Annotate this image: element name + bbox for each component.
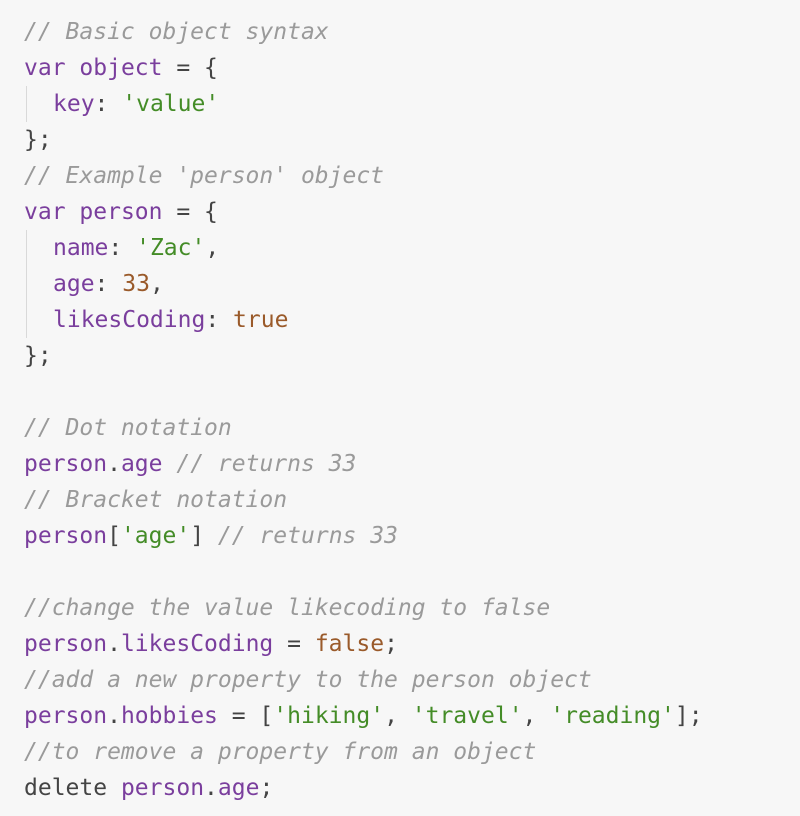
- code-token-comment: //to remove a property from an object: [24, 739, 537, 765]
- code-token-punct: };: [24, 127, 52, 153]
- indent-guide: [24, 230, 53, 266]
- code-token-var: person: [24, 703, 108, 729]
- code-token-punct: ;: [384, 631, 398, 657]
- code-line: // Dot notation: [24, 410, 800, 446]
- code-line: };: [24, 338, 800, 374]
- code-token-prop: age: [217, 775, 260, 801]
- code-token-punct: .: [107, 451, 121, 477]
- code-token-punct: .: [107, 631, 121, 657]
- code-line: key: 'value': [24, 86, 800, 122]
- code-token-prop: key: [53, 91, 95, 117]
- code-line: // Bracket notation: [24, 482, 800, 518]
- code-token-var: person: [24, 451, 108, 477]
- code-token-prop: likesCoding: [120, 631, 274, 657]
- code-line: person['age'] // returns 33: [24, 518, 800, 554]
- code-token-punct: .: [204, 775, 218, 801]
- code-line: //to remove a property from an object: [24, 734, 800, 770]
- code-line: };: [24, 122, 800, 158]
- code-token-string: 'value': [122, 91, 220, 117]
- code-token-var: person: [24, 523, 108, 549]
- code-token-punct: ,: [205, 235, 220, 261]
- code-token-punct: ,: [384, 703, 412, 729]
- code-token-punct: .: [107, 703, 121, 729]
- code-token-comment: // returns 33: [176, 451, 357, 477]
- code-token-keyword: var: [24, 55, 66, 81]
- code-token-var: object: [79, 55, 163, 81]
- indent-guide: [24, 86, 53, 122]
- code-line: // Basic object syntax: [24, 14, 800, 50]
- code-token-comment: // Bracket notation: [24, 487, 288, 513]
- code-block: // Basic object syntax var object = {key:…: [0, 0, 800, 816]
- code-token-prop: age: [120, 451, 163, 477]
- code-token-punct: [: [107, 523, 121, 549]
- code-line: delete person.age;: [24, 770, 800, 806]
- code-token-comment: // returns 33: [217, 523, 398, 549]
- code-line: name: 'Zac',: [24, 230, 800, 266]
- code-line: //change the value likecoding to false: [24, 590, 800, 626]
- code-token-prop: name: [53, 235, 109, 261]
- code-token-string: 'age': [120, 523, 191, 549]
- code-token-comment: // Dot notation: [24, 415, 232, 441]
- code-token-prop: hobbies: [120, 703, 218, 729]
- code-token-bool: true: [233, 307, 289, 333]
- code-token-punct: :: [108, 235, 137, 261]
- code-token-punct: ,: [149, 271, 164, 297]
- code-token-string: 'hiking': [273, 703, 385, 729]
- code-token-punct: ,: [522, 703, 551, 729]
- code-token-comment: // Basic object syntax: [24, 19, 329, 45]
- code-token-var: person: [79, 199, 163, 225]
- code-token-punct: ;: [259, 775, 274, 801]
- code-token-punct: };: [24, 343, 52, 369]
- code-line: likesCoding: true: [24, 302, 800, 338]
- code-token-var: person: [24, 631, 108, 657]
- code-token-bool: false: [314, 631, 385, 657]
- code-token-punct: :: [205, 307, 234, 333]
- code-token-plain: delete: [24, 775, 108, 801]
- code-line: person.hobbies = ['hiking', 'travel', 'r…: [24, 698, 800, 734]
- code-token-punct: = [: [217, 703, 274, 729]
- code-line: var object = {: [24, 50, 800, 86]
- code-line: person.age // returns 33: [24, 446, 800, 482]
- code-token-keyword: var: [24, 199, 66, 225]
- code-token-punct: = {: [162, 199, 218, 225]
- code-line: age: 33,: [24, 266, 800, 302]
- code-token-comment: // Example 'person' object: [24, 163, 385, 189]
- code-token-punct: :: [94, 271, 123, 297]
- code-line: // Example 'person' object: [24, 158, 800, 194]
- code-token-punct: ]: [190, 523, 205, 549]
- code-token-var: person: [120, 775, 205, 801]
- code-token-punct: :: [94, 91, 123, 117]
- code-token-comment: //add a new property to the person objec…: [24, 667, 592, 693]
- indent-guide: [24, 302, 53, 338]
- code-token-prop: age: [53, 271, 95, 297]
- code-token-punct: = {: [162, 55, 218, 81]
- code-token-comment: //change the value likecoding to false: [24, 595, 551, 621]
- code-token-punct: ];: [674, 703, 703, 729]
- indent-guide: [24, 266, 53, 302]
- code-token-prop: likesCoding: [53, 307, 206, 333]
- code-token-punct: =: [273, 631, 315, 657]
- code-token-string: 'Zac': [136, 235, 206, 261]
- code-line: //add a new property to the person objec…: [24, 662, 800, 698]
- code-line: person.likesCoding = false;: [24, 626, 800, 662]
- code-line: var person = {: [24, 194, 800, 230]
- code-token-string: 'reading': [550, 703, 675, 729]
- code-token-number: 33: [122, 271, 150, 297]
- code-token-string: 'travel': [411, 703, 523, 729]
